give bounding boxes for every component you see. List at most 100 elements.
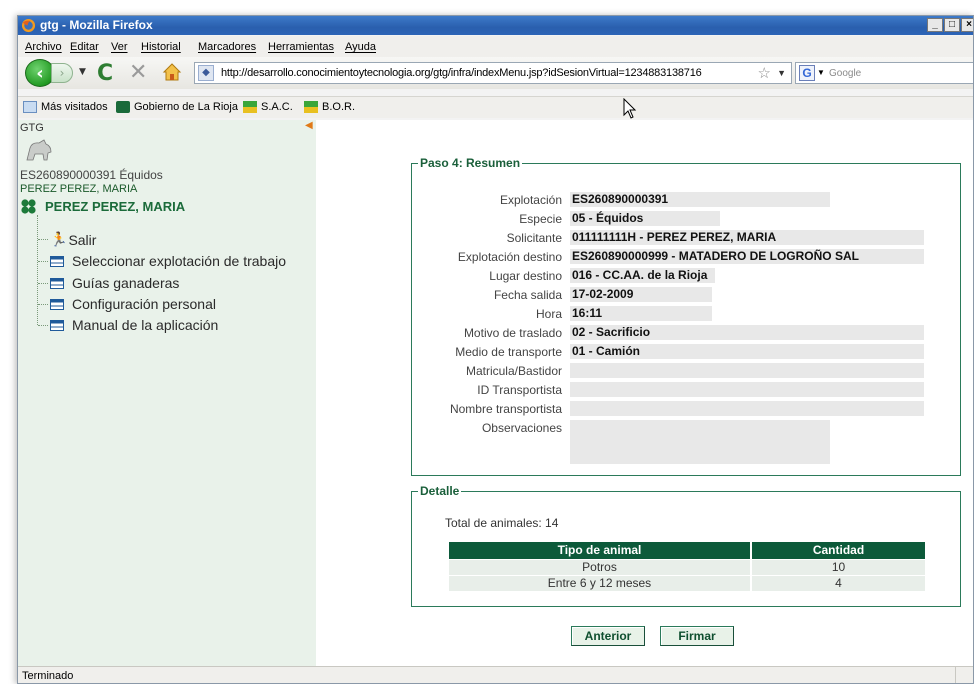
tree-branch <box>38 239 48 240</box>
menu-editar[interactable]: Editar <box>70 41 99 53</box>
home-icon[interactable] <box>161 61 183 83</box>
table-icon <box>50 319 64 331</box>
window-controls: _ □ × <box>927 18 973 32</box>
rioja-logo-icon <box>116 101 130 113</box>
bookmark-star-icon[interactable]: ☆ <box>758 64 771 82</box>
table-cell: 4 <box>751 574 925 591</box>
field-value: ES260890000391 <box>570 192 830 207</box>
tree-item-label: Guías ganaderas <box>72 275 180 291</box>
main-panel: Paso 4: Resumen Explotación ES26089000039… <box>316 120 973 666</box>
engine-dropdown-icon[interactable]: ▼ <box>817 68 825 77</box>
sidebar: GTG ◀ ES260890000391 Équidos PEREZ PEREZ… <box>18 120 316 666</box>
url-dropdown-icon[interactable]: ▼ <box>777 68 786 78</box>
menu-ayuda[interactable]: Ayuda <box>345 41 376 53</box>
maximize-button[interactable]: □ <box>944 18 960 32</box>
menu-ver[interactable]: Ver <box>111 41 128 53</box>
tree-item-manual[interactable]: Manual de la aplicación <box>38 317 218 333</box>
tree-root-owner[interactable]: PEREZ PEREZ, MARIA <box>45 199 185 214</box>
navigation-toolbar: ‹ › ▼ C ✕ ◆ http://desarrollo.conocimien… <box>18 57 973 89</box>
search-input[interactable]: Google <box>829 68 861 79</box>
tree-item-salir[interactable]: 🏃 Salir <box>38 231 96 248</box>
bor-icon <box>304 101 318 113</box>
detail-legend: Detalle <box>420 484 460 498</box>
field-label: Medio de transporte <box>455 345 562 359</box>
field-value <box>570 363 924 378</box>
field-value: 17-02-2009 <box>570 287 712 302</box>
status-bar: Terminado <box>18 666 973 683</box>
bookmark-most-visited[interactable]: Más visitados <box>23 101 108 113</box>
field-value: 016 - CC.AA. de la Rioja <box>570 268 715 283</box>
field-value <box>570 401 924 416</box>
bookmark-gobierno-rioja[interactable]: Gobierno de La Rioja <box>116 101 238 113</box>
tree-item-label: Configuración personal <box>72 296 216 312</box>
table-cell: 10 <box>751 558 925 575</box>
menu-archivo[interactable]: Archivo <box>25 41 62 53</box>
field-value <box>570 382 924 397</box>
bookmark-bor[interactable]: B.O.R. <box>304 101 355 113</box>
history-dropdown-icon[interactable]: ▼ <box>79 67 86 77</box>
sign-button[interactable]: Firmar <box>660 626 734 646</box>
table-row: Potros 10 <box>449 558 925 575</box>
field-value <box>570 420 830 464</box>
field-label: Matricula/Bastidor <box>465 364 562 378</box>
field-label: Observaciones <box>481 421 562 435</box>
tree-branch <box>38 282 48 284</box>
tree-item-label: Manual de la aplicación <box>72 317 219 333</box>
mouse-cursor-icon <box>623 98 637 119</box>
field-label: Motivo de traslado <box>463 326 562 340</box>
tree-branch <box>38 324 48 326</box>
sac-icon <box>243 101 257 113</box>
url-text[interactable]: http://desarrollo.conocimientoytecnologi… <box>221 67 702 79</box>
table-cell: Entre 6 y 12 meses <box>449 574 752 591</box>
firefox-icon <box>21 18 36 33</box>
field-label: Nombre transportista <box>449 402 562 416</box>
tree-item-guias[interactable]: Guías ganaderas <box>38 275 179 291</box>
table-icon <box>50 255 64 267</box>
browser-window: gtg - Mozilla Firefox _ □ × Archivo Edit… <box>17 15 974 684</box>
reload-icon[interactable]: C <box>97 61 113 86</box>
tree-item-label: Seleccionar explotación de trabajo <box>72 253 287 269</box>
menu-herramientas[interactable]: Herramientas <box>268 41 334 53</box>
summary-fieldset: Paso 4: Resumen Explotación ES26089000039… <box>411 156 961 476</box>
field-label: Hora <box>535 307 562 321</box>
minimize-button[interactable]: _ <box>927 18 943 32</box>
stop-icon[interactable]: ✕ <box>129 60 147 85</box>
animals-table: Tipo de animal Cantidad Potros 10 Entre … <box>449 542 925 591</box>
address-bar[interactable]: ◆ http://desarrollo.conocimientoytecnolo… <box>194 62 792 84</box>
table-cell: Potros <box>449 558 752 575</box>
field-value: 01 - Camión <box>570 344 924 359</box>
status-text: Terminado <box>22 670 74 682</box>
field-label: Solicitante <box>506 231 562 245</box>
column-header: Cantidad <box>751 542 925 559</box>
bookmark-label: Más visitados <box>41 101 108 113</box>
owner-name: PEREZ PEREZ, MARIA <box>20 183 138 195</box>
menu-historial[interactable]: Historial <box>141 41 181 53</box>
google-engine-icon[interactable]: G <box>799 65 815 81</box>
page-content: GTG ◀ ES260890000391 Équidos PEREZ PEREZ… <box>18 120 973 666</box>
tree-item-seleccionar[interactable]: Seleccionar explotación de trabajo <box>38 253 286 269</box>
field-value: 05 - Équidos <box>570 211 720 226</box>
previous-button[interactable]: Anterior <box>571 626 645 646</box>
site-identity-icon[interactable]: ◆ <box>198 65 214 81</box>
bookmark-sac[interactable]: S.A.C. <box>243 101 293 113</box>
field-value: 02 - Sacrificio <box>570 325 924 340</box>
menu-marcadores[interactable]: Marcadores <box>198 41 256 53</box>
total-animals: Total de animales: 14 <box>445 516 559 530</box>
field-label: Explotación destino <box>457 250 562 264</box>
table-icon <box>50 277 64 289</box>
search-bar[interactable]: G ▼ Google <box>795 62 973 84</box>
tree-branch <box>38 303 48 305</box>
field-value: 16:11 <box>570 306 712 321</box>
detail-fieldset: Detalle Total de animales: 14 Tipo de an… <box>411 484 961 607</box>
field-label: Fecha salida <box>493 288 562 302</box>
field-label: Lugar destino <box>489 269 562 283</box>
forward-button[interactable]: › <box>51 63 73 83</box>
bookmark-label: S.A.C. <box>261 101 293 113</box>
tree-item-configuracion[interactable]: Configuración personal <box>38 296 216 312</box>
close-button[interactable]: × <box>961 18 973 32</box>
horse-icon <box>26 139 52 161</box>
field-value: ES260890000999 - MATADERO DE LOGROÑO SAL <box>570 249 924 264</box>
collapse-sidebar-icon[interactable]: ◀ <box>305 120 313 131</box>
app-label: GTG <box>20 122 44 134</box>
exit-runner-icon: 🏃 <box>50 231 68 247</box>
